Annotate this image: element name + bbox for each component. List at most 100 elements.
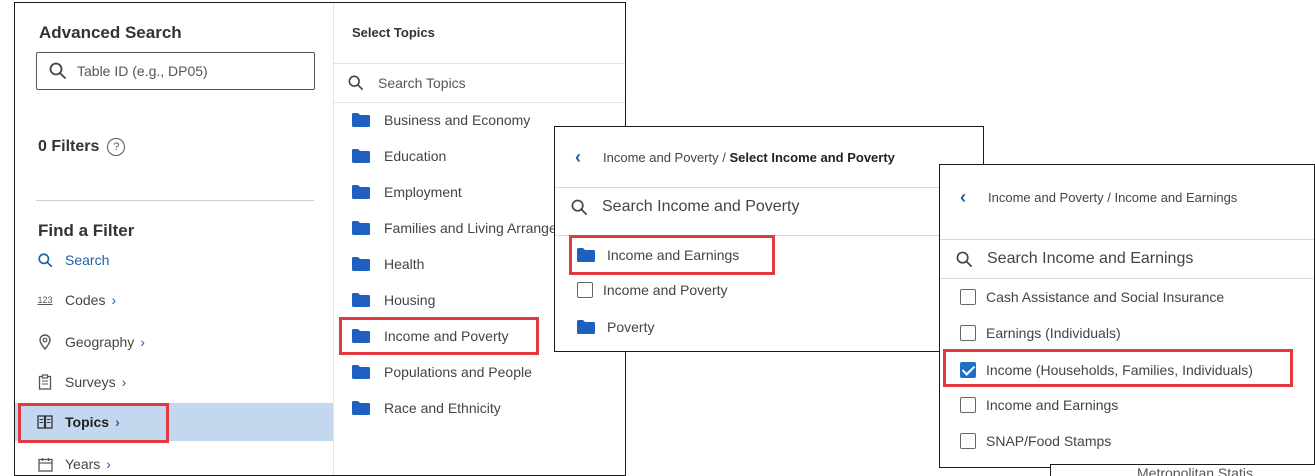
filter-codes[interactable]: 123 Codes › xyxy=(15,281,333,319)
breadcrumb-current: Select Income and Poverty xyxy=(729,149,895,165)
panel-header: ‹ Income and Poverty / Income and Earnin… xyxy=(940,165,1314,229)
topic-label: Populations and People xyxy=(384,364,532,380)
filter-topics[interactable]: Topics › xyxy=(15,403,333,441)
topic-label: Health xyxy=(384,256,425,272)
folder-icon xyxy=(352,185,370,199)
folder-icon xyxy=(352,221,370,235)
select-topics-title: Select Topics xyxy=(352,25,435,40)
topic-item[interactable]: Race and Ethnicity xyxy=(352,398,501,418)
breadcrumb-parent: Income and Poverty / xyxy=(603,149,730,165)
item-label: Income and Earnings xyxy=(986,397,1119,413)
income-poverty-search-input[interactable] xyxy=(602,198,932,216)
folder-icon xyxy=(577,320,595,334)
search-icon xyxy=(37,252,53,268)
filter-search[interactable]: Search xyxy=(15,241,333,279)
folder-icon xyxy=(352,293,370,307)
topics-search-input[interactable] xyxy=(378,75,598,91)
item-poverty-folder[interactable]: Poverty xyxy=(577,317,654,337)
topic-item[interactable]: Employment xyxy=(352,182,462,202)
topic-label: Employment xyxy=(384,184,462,200)
topic-item[interactable]: Populations and People xyxy=(352,362,532,382)
topic-label: Race and Ethnicity xyxy=(384,400,501,416)
divider xyxy=(555,235,983,236)
topic-label: Business and Economy xyxy=(384,112,531,128)
item-income-and-earnings-folder[interactable]: Income and Earnings xyxy=(577,245,739,265)
item-income-and-poverty-checkbox[interactable]: Income and Poverty xyxy=(577,280,728,300)
income-poverty-search-box[interactable] xyxy=(555,188,983,226)
filter-label: Codes xyxy=(65,292,106,308)
help-icon[interactable]: ? xyxy=(107,138,126,156)
codes-123-icon: 123 xyxy=(37,295,53,305)
filter-label: Geography xyxy=(65,334,135,350)
topic-label: Housing xyxy=(384,292,436,308)
income-earnings-panel: ‹ Income and Poverty / Income and Earnin… xyxy=(939,164,1315,468)
filter-surveys[interactable]: Surveys › xyxy=(15,363,333,401)
table-id-search-box[interactable] xyxy=(36,52,315,90)
search-icon xyxy=(571,199,587,215)
divider xyxy=(36,200,314,201)
filters-count: 0 Filters xyxy=(38,138,100,155)
topic-item[interactable]: Housing xyxy=(352,290,435,310)
filter-geography[interactable]: Geography › xyxy=(15,323,333,361)
item-label: SNAP/Food Stamps xyxy=(986,433,1112,449)
topic-label: Education xyxy=(384,148,447,164)
folder-icon xyxy=(577,248,595,262)
item-label: Poverty xyxy=(607,319,655,335)
topic-item[interactable]: Education xyxy=(352,146,446,166)
folder-icon xyxy=(352,113,370,127)
checkbox[interactable] xyxy=(960,397,976,413)
chevron-right-icon: › xyxy=(106,456,111,472)
income-earnings-search-box[interactable] xyxy=(940,240,1314,278)
item-label: Cash Assistance and Social Insurance xyxy=(986,289,1225,305)
filter-sidebar: Advanced Search 0 Filters ? Find a Filte… xyxy=(15,3,333,475)
filter-label: Topics xyxy=(65,414,110,430)
partial-text: Metropolitan Statis xyxy=(1137,465,1253,476)
search-icon xyxy=(348,75,364,91)
panel-header: ‹ Income and Poverty / Select Income and… xyxy=(555,127,983,187)
topic-item-income-and-poverty[interactable]: Income and Poverty xyxy=(352,326,509,346)
folder-icon xyxy=(352,329,370,343)
checkbox-item[interactable]: SNAP/Food Stamps xyxy=(960,431,1111,451)
calendar-icon xyxy=(37,456,53,472)
checkbox[interactable] xyxy=(960,289,976,305)
filter-label: Years xyxy=(65,456,101,472)
back-chevron-icon[interactable]: ‹ xyxy=(575,147,581,168)
checkbox[interactable] xyxy=(960,325,976,341)
advanced-search-panel: Advanced Search 0 Filters ? Find a Filte… xyxy=(14,2,626,476)
back-chevron-icon[interactable]: ‹ xyxy=(960,187,966,208)
income-earnings-search-input[interactable] xyxy=(987,250,1287,268)
folder-icon xyxy=(352,365,370,379)
checkbox-item[interactable]: Earnings (Individuals) xyxy=(960,323,1121,343)
checkbox[interactable] xyxy=(577,282,593,298)
divider xyxy=(334,102,625,103)
checkbox-item[interactable]: Income and Earnings xyxy=(960,395,1118,415)
checkbox[interactable] xyxy=(960,433,976,449)
breadcrumb: Income and Poverty / Income and Earnings xyxy=(988,189,1238,205)
topic-label: Income and Poverty xyxy=(384,328,509,344)
folder-icon xyxy=(352,257,370,271)
filters-count-row: 0 Filters ? xyxy=(38,138,126,156)
checkbox-checked[interactable] xyxy=(960,362,976,378)
search-icon xyxy=(49,62,66,79)
item-label: Income (Households, Families, Individual… xyxy=(986,362,1253,378)
filter-years[interactable]: Years › xyxy=(15,445,333,475)
clipboard-icon xyxy=(37,374,53,390)
chevron-right-icon: › xyxy=(121,374,127,390)
filter-label: Surveys xyxy=(65,374,116,390)
folder-icon xyxy=(352,401,370,415)
chevron-right-icon: › xyxy=(140,334,145,350)
checkbox-item[interactable]: Cash Assistance and Social Insurance xyxy=(960,287,1224,307)
chevron-right-icon: › xyxy=(115,414,120,430)
topic-item[interactable]: Health xyxy=(352,254,424,274)
income-poverty-panel: ‹ Income and Poverty / Select Income and… xyxy=(554,126,984,352)
folder-icon xyxy=(352,149,370,163)
divider xyxy=(940,278,1314,279)
chevron-right-icon: › xyxy=(111,292,117,308)
topic-item[interactable]: Business and Economy xyxy=(352,110,530,130)
item-label: Income and Earnings xyxy=(607,247,740,263)
table-id-input[interactable] xyxy=(77,61,302,81)
partial-background-text: Metropolitan Statis xyxy=(1050,464,1315,476)
find-a-filter-title: Find a Filter xyxy=(38,221,135,240)
topics-search-box[interactable] xyxy=(334,64,625,102)
checkbox-item-income-households[interactable]: Income (Households, Families, Individual… xyxy=(960,360,1253,380)
